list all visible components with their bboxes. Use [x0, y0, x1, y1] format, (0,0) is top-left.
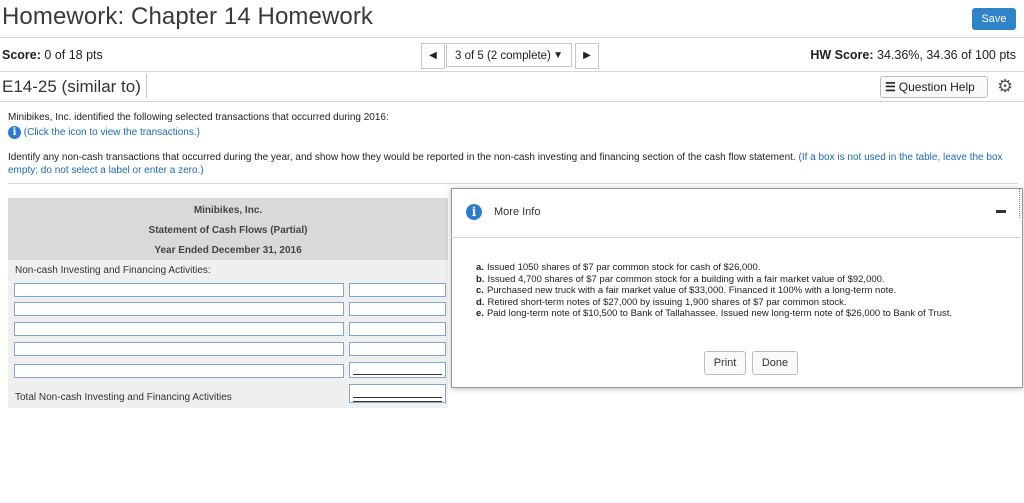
resize-handle[interactable] [1019, 188, 1022, 218]
problem-instruction: Identify any non-cash transactions that … [8, 151, 1018, 177]
minimize-icon[interactable] [996, 210, 1006, 213]
activity-amount-input-4[interactable] [349, 342, 446, 356]
activity-label-input-5[interactable] [14, 364, 344, 378]
dialog-title: More Info [494, 206, 541, 218]
divider [0, 71, 1024, 72]
print-button[interactable]: Print [704, 351, 746, 375]
statement-period: Year Ended December 31, 2016 [154, 245, 302, 256]
save-button[interactable]: Save [972, 8, 1016, 30]
score-label: Score: [2, 48, 41, 62]
activity-label-input-2[interactable] [14, 302, 344, 316]
activity-label-input-1[interactable] [14, 283, 344, 297]
double-underline [353, 397, 442, 402]
hw-score-value: 34.36%, 34.36 of 100 pts [877, 48, 1016, 62]
activity-amount-input-1[interactable] [349, 283, 446, 297]
activity-amount-input-2[interactable] [349, 302, 446, 316]
triangle-right-icon: ▶ [583, 50, 591, 61]
list-item: d. Retired short-term notes of $27,000 by… [476, 296, 847, 308]
total-amount-input[interactable] [349, 384, 446, 403]
triangle-down-icon: ▼ [553, 50, 563, 61]
page-title: Homework: Chapter 14 Homework [2, 3, 374, 30]
hw-score-label: HW Score: [810, 48, 874, 62]
transactions-link-text: (Click the icon to view the transactions… [23, 127, 200, 139]
score-display: Score: 0 of 18 pts [2, 48, 103, 62]
question-help-button[interactable]: ☰ Question Help [880, 76, 988, 98]
question-help-label: Question Help [898, 80, 975, 94]
statement-company: Minibikes, Inc. [193, 205, 263, 216]
activity-amount-input-5[interactable] [349, 362, 446, 378]
list-icon: ☰ [885, 80, 896, 94]
done-button[interactable]: Done [752, 351, 798, 375]
transactions-link[interactable]: i (Click the icon to view the transactio… [8, 126, 200, 139]
transaction-list: a. Issued 1050 shares of $7 par common st… [476, 262, 952, 320]
previous-question-button[interactable]: ◀ [421, 43, 445, 69]
section-label: Non-cash Investing and Financing Activit… [15, 265, 211, 276]
activity-label-input-4[interactable] [14, 342, 344, 356]
list-item: a. Issued 1050 shares of $7 par common st… [476, 262, 761, 273]
divider [0, 101, 1024, 102]
list-item: b. Issued 4,700 shares of $7 par common s… [476, 273, 885, 285]
question-select[interactable]: 3 of 5 (2 complete) ▼ [446, 43, 572, 67]
instruction-text: Identify any non-cash transactions that … [8, 152, 796, 163]
divider [0, 37, 1024, 38]
list-item: e. Paid long-term note of $10,500 to Bank… [476, 308, 953, 319]
info-icon[interactable]: i [8, 126, 21, 139]
dialog-header-divider [451, 237, 1021, 238]
statement-header: Minibikes, Inc. Statement of Cash Flows … [8, 198, 448, 260]
score-value: 0 of 18 pts [44, 48, 103, 62]
info-icon: i [466, 204, 482, 220]
hw-score-display: HW Score: 34.36%, 34.36 of 100 pts [810, 48, 1016, 62]
triangle-left-icon: ◀ [429, 50, 437, 61]
underline [353, 374, 442, 375]
statement-title: Statement of Cash Flows (Partial) [148, 225, 308, 236]
total-label: Total Non-cash Investing and Financing A… [15, 392, 232, 403]
problem-intro: Minibikes, Inc. identified the following… [8, 112, 389, 123]
activity-amount-input-3[interactable] [349, 322, 446, 336]
next-question-button[interactable]: ▶ [575, 43, 599, 69]
gear-icon[interactable]: ⚙ [997, 76, 1013, 97]
divider [8, 183, 1018, 184]
list-item: c. Purchased new truck with a fair market… [476, 285, 897, 296]
question-id: E14-25 (similar to) [2, 77, 141, 96]
question-select-value: 3 of 5 (2 complete) [455, 50, 551, 62]
activity-label-input-3[interactable] [14, 322, 344, 336]
